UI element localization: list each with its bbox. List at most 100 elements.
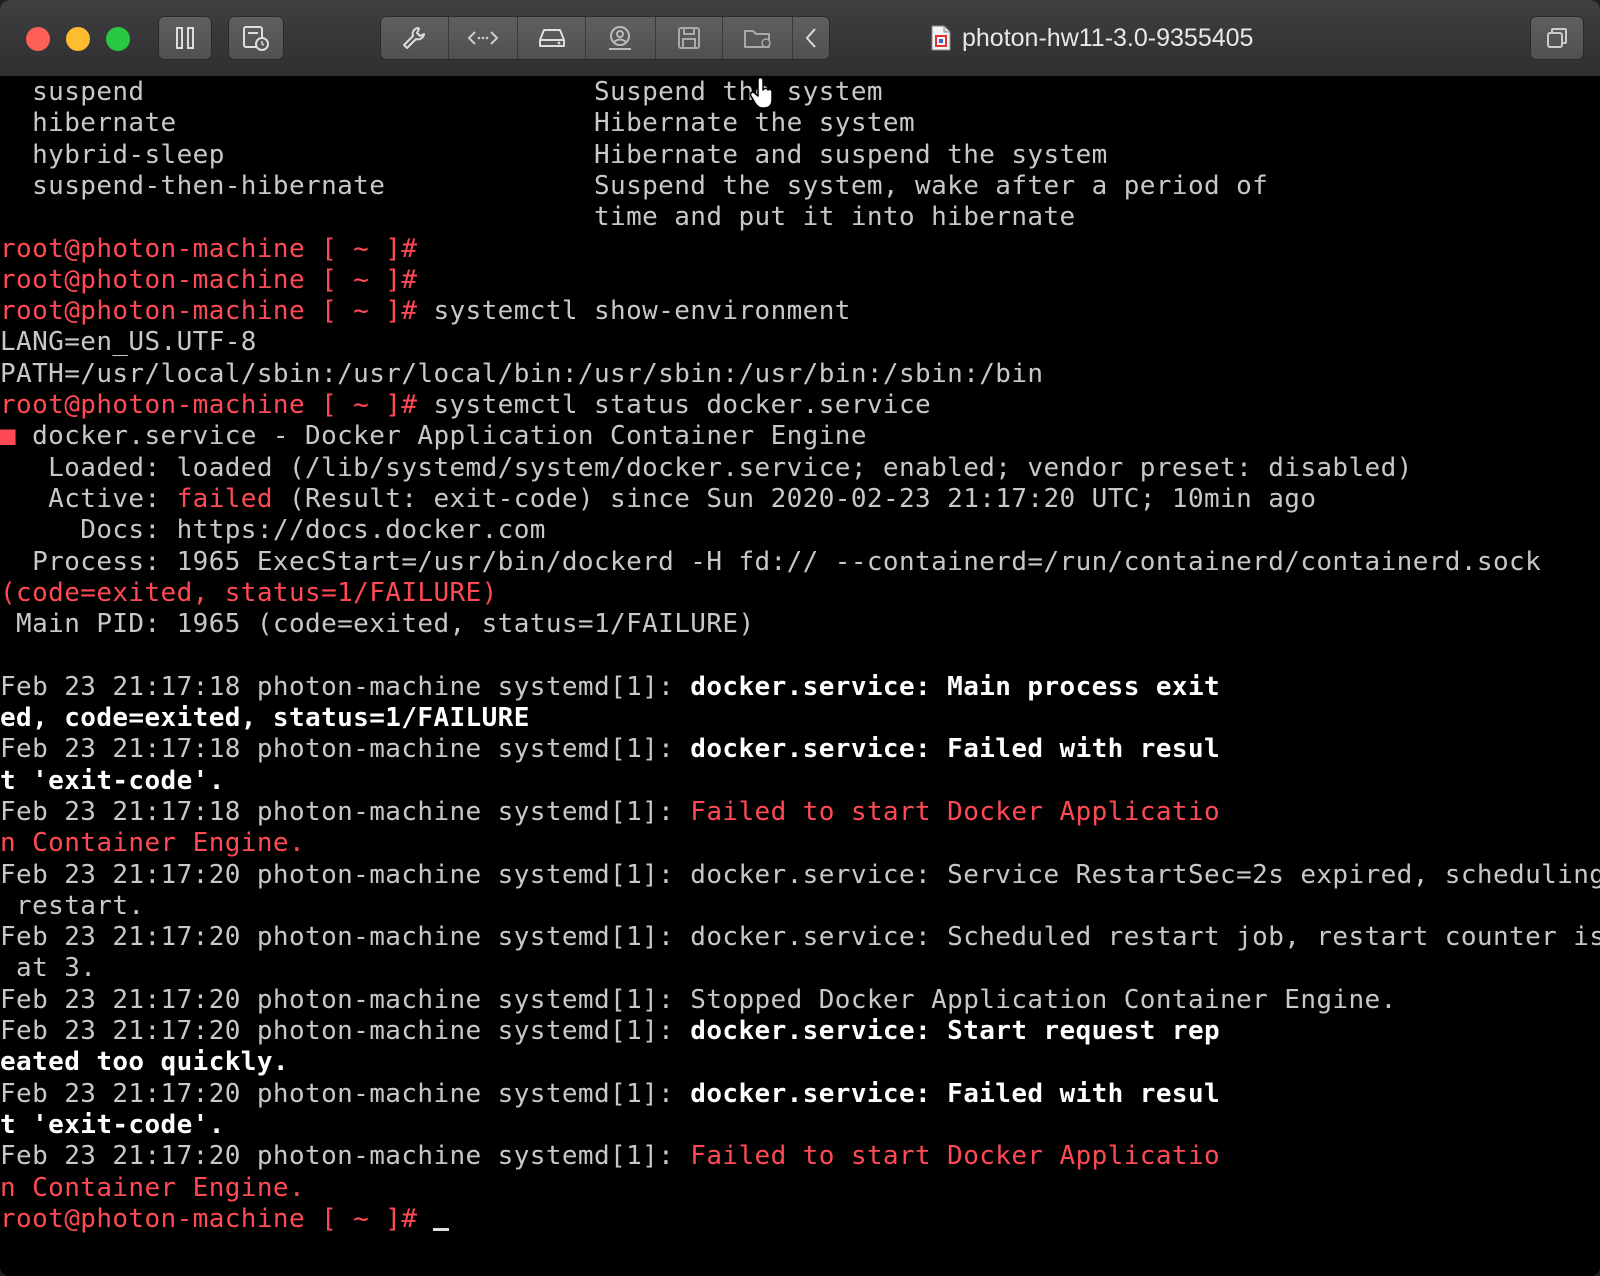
terminal-line: Feb 23 21:17:18 photon-machine systemd[1…	[0, 796, 1220, 828]
drive-icon	[538, 29, 565, 47]
terminal-line: Feb 23 21:17:20 photon-machine systemd[1…	[0, 984, 1397, 1016]
terminal-line: Active: failed (Result: exit-code) since…	[0, 483, 1316, 515]
terminal-text: t 'exit-code'.	[0, 765, 225, 796]
terminal-line: PATH=/usr/local/sbin:/usr/local/bin:/usr…	[0, 358, 1043, 390]
terminal-text: docker.service: Failed with resul	[690, 734, 1221, 765]
snapshot-icon	[243, 26, 269, 51]
terminal-line: root@photon-machine [ ~ ]#	[0, 1203, 450, 1235]
terminal-text: Feb 23 21:17:20 photon-machine systemd[1…	[0, 1141, 691, 1172]
mouse-pointer-icon	[750, 78, 773, 109]
terminal-line: Process: 1965 ExecStart=/usr/bin/dockerd…	[0, 546, 1541, 578]
code-button[interactable]	[449, 17, 519, 59]
code-arrows-icon	[467, 31, 499, 45]
vm-document-icon	[931, 25, 951, 51]
terminal-line: time and put it into hibernate	[0, 201, 1076, 233]
terminal-text: root@photon-machine [ ~ ]#	[0, 1203, 418, 1234]
window-title-text: photon-hw11-3.0-9355405	[962, 23, 1254, 52]
terminal-text: hibernate Hibernate the system	[0, 108, 916, 139]
terminal-text: LANG=en_US.UTF-8	[0, 327, 257, 358]
terminal-text: (code=exited, status=1/FAILURE)	[0, 577, 498, 608]
terminal-text: Docs: https://docs.docker.com	[0, 515, 546, 546]
terminal-line: root@photon-machine [ ~ ]# systemctl sta…	[0, 389, 931, 421]
terminal-line: at 3.	[0, 952, 96, 984]
terminal-text: systemctl show-environment	[417, 296, 851, 327]
shared-folder-button[interactable]	[723, 17, 794, 59]
terminal-text: n Container Engine.	[0, 1172, 306, 1203]
terminal-line: restart.	[0, 890, 144, 922]
terminal-line: ed, code=exited, status=1/FAILURE	[0, 702, 530, 734]
settings-button[interactable]	[381, 17, 449, 59]
terminal-line: root@photon-machine [ ~ ]#	[0, 233, 417, 265]
maximize-window-button[interactable]	[106, 27, 130, 51]
terminal-line: root@photon-machine [ ~ ]#	[0, 264, 417, 296]
terminal-line: Docs: https://docs.docker.com	[0, 514, 546, 546]
text-cursor	[433, 1227, 450, 1231]
terminal-line: Feb 23 21:17:20 photon-machine systemd[1…	[0, 1140, 1220, 1172]
terminal-line: Loaded: loaded (/lib/systemd/system/dock…	[0, 452, 1413, 484]
terminal-text: Feb 23 21:17:18 photon-machine systemd[1…	[0, 796, 691, 827]
terminal-text: root@photon-machine [ ~ ]#	[0, 390, 418, 420]
terminal-text: Process: 1965 ExecStart=/usr/bin/dockerd…	[0, 546, 1542, 577]
terminal-text: n Container Engine.	[0, 828, 306, 859]
terminal-line: hibernate Hibernate the system	[0, 107, 915, 139]
terminal-line: suspend-then-hibernate Suspend the syste…	[0, 170, 1268, 202]
save-button[interactable]	[656, 17, 724, 59]
window-copy-icon	[1547, 28, 1567, 48]
terminal-text: systemctl status docker.service	[417, 390, 932, 420]
collapse-toolbar-button[interactable]	[793, 17, 829, 59]
terminal-text: docker.service: Start request rep	[690, 1016, 1221, 1046]
terminal-text: Main PID: 1965 (code=exited, status=1/FA…	[0, 609, 755, 640]
pause-icon	[176, 27, 194, 49]
pause-button[interactable]	[158, 16, 212, 60]
save-icon	[678, 27, 701, 49]
terminal-console[interactable]: suspend Suspend the system hibernate Hib…	[0, 76, 1600, 1276]
terminal-text: hybrid-sleep Hibernate and suspend the s…	[0, 139, 1108, 170]
terminal-text: root@photon-machine [ ~ ]#	[0, 264, 418, 295]
terminal-text: root@photon-machine [ ~ ]#	[0, 233, 418, 264]
terminal-line: n Container Engine.	[0, 827, 305, 859]
terminal-line: Feb 23 21:17:20 photon-machine systemd[1…	[0, 1015, 1220, 1047]
terminal-text: at 3.	[0, 953, 97, 984]
terminal-text: Failed to start Docker Applicatio	[690, 1141, 1221, 1172]
wrench-icon	[403, 27, 426, 49]
terminal-text: time and put it into hibernate	[0, 202, 1076, 233]
terminal-line: t 'exit-code'.	[0, 1109, 225, 1141]
folder-icon	[743, 30, 771, 48]
terminal-text: failed	[176, 483, 273, 514]
terminal-line: eated too quickly.	[0, 1046, 289, 1078]
terminal-line: ■ docker.service - Docker Application Co…	[0, 420, 867, 452]
terminal-text: ed, code=exited, status=1/FAILURE	[0, 703, 530, 733]
terminal-text: root@photon-machine [ ~ ]#	[0, 296, 418, 327]
vm-window: photon-hw11-3.0-9355405 suspend Suspend …	[0, 0, 1600, 1276]
window-copy-button[interactable]	[1530, 16, 1584, 60]
terminal-text: docker.service: Main process exit	[690, 671, 1221, 702]
terminal-text: Feb 23 21:17:20 photon-machine systemd[1…	[0, 859, 1600, 890]
terminal-text: (Result: exit-code) since Sun 2020-02-23…	[272, 483, 1317, 514]
terminal-text: suspend-then-hibernate Suspend the syste…	[0, 170, 1269, 201]
chevron-left-icon	[805, 28, 816, 48]
terminal-text: Feb 23 21:17:20 photon-machine systemd[1…	[0, 1016, 691, 1046]
minimize-window-button[interactable]	[66, 27, 90, 51]
terminal-text: restart.	[0, 890, 145, 921]
terminal-text: Feb 23 21:17:18 photon-machine systemd[1…	[0, 671, 691, 702]
user-button[interactable]	[586, 17, 656, 59]
vm-toolbar	[380, 16, 830, 60]
terminal-line: Feb 23 21:17:18 photon-machine systemd[1…	[0, 671, 1220, 703]
disk-button[interactable]	[518, 17, 587, 59]
terminal-line: Feb 23 21:17:20 photon-machine systemd[1…	[0, 1078, 1220, 1110]
terminal-text: Failed to start Docker Applicatio	[690, 796, 1221, 827]
terminal-text: eated too quickly.	[0, 1047, 289, 1078]
terminal-text: docker.service - Docker Application Cont…	[16, 421, 867, 452]
terminal-line: (code=exited, status=1/FAILURE)	[0, 577, 498, 609]
snapshot-button[interactable]	[228, 16, 284, 60]
terminal-text: Active:	[0, 483, 177, 514]
terminal-line: hybrid-sleep Hibernate and suspend the s…	[0, 139, 1108, 171]
terminal-text: t 'exit-code'.	[0, 1109, 225, 1140]
terminal-text: Feb 23 21:17:20 photon-machine systemd[1…	[0, 984, 1397, 1015]
terminal-line: root@photon-machine [ ~ ]# systemctl sho…	[0, 295, 851, 327]
close-window-button[interactable]	[26, 27, 50, 51]
terminal-text: Feb 23 21:17:20 photon-machine systemd[1…	[0, 1078, 691, 1109]
window-title: photon-hw11-3.0-9355405	[930, 20, 1253, 56]
terminal-text: docker.service: Failed with resul	[690, 1078, 1221, 1109]
terminal-line: LANG=en_US.UTF-8	[0, 326, 257, 358]
